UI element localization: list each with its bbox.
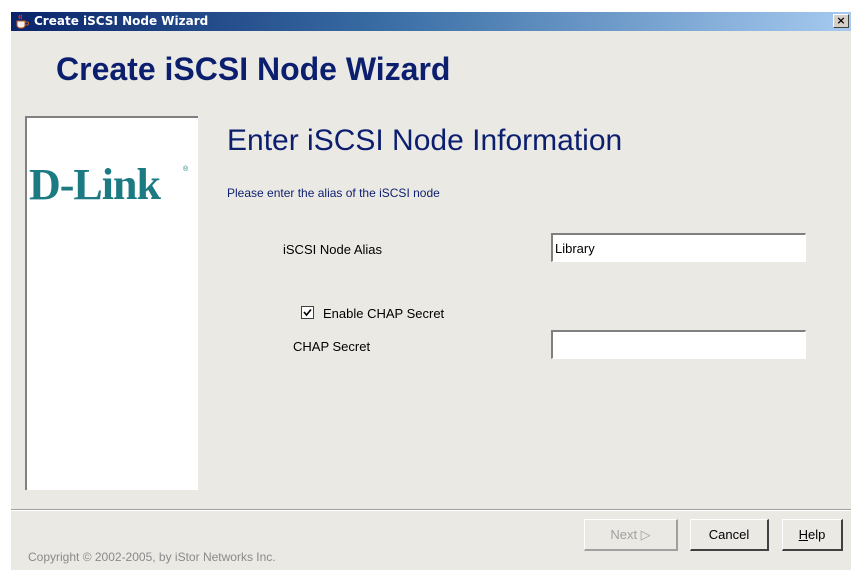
logo-panel: D-Link ® [25, 116, 198, 490]
footer-separator [11, 509, 851, 511]
copyright-text: Copyright © 2002-2005, by iStor Networks… [28, 550, 276, 564]
help-mnemonic: H [798, 527, 809, 542]
enable-chap-label[interactable]: Enable CHAP Secret [323, 306, 444, 321]
wizard-window: Create iSCSI Node Wizard × Create iSCSI … [11, 12, 851, 570]
help-button[interactable]: Help [782, 519, 843, 551]
alias-label: iSCSI Node Alias [283, 242, 382, 257]
java-cup-icon [14, 14, 30, 29]
dlink-logo: D-Link [29, 160, 161, 209]
step-title: Enter iSCSI Node Information [227, 124, 623, 157]
alias-input[interactable] [551, 233, 806, 262]
close-button[interactable]: × [833, 14, 849, 28]
next-button[interactable]: Next ▷ [584, 519, 678, 551]
enable-chap-checkbox[interactable] [301, 306, 314, 319]
close-icon: × [836, 14, 846, 27]
checkmark-icon [303, 308, 312, 317]
chap-secret-input[interactable] [551, 330, 806, 359]
cancel-button[interactable]: Cancel [690, 519, 769, 551]
registered-mark: ® [183, 166, 189, 173]
title-bar[interactable]: Create iSCSI Node Wizard × [11, 12, 851, 31]
window-title: Create iSCSI Node Wizard [34, 14, 209, 28]
chap-secret-label: CHAP Secret [293, 339, 371, 354]
instruction-text: Please enter the alias of the iSCSI node [227, 186, 440, 200]
wizard-heading: Create iSCSI Node Wizard [56, 51, 451, 87]
help-label-rest: elp [808, 527, 826, 542]
